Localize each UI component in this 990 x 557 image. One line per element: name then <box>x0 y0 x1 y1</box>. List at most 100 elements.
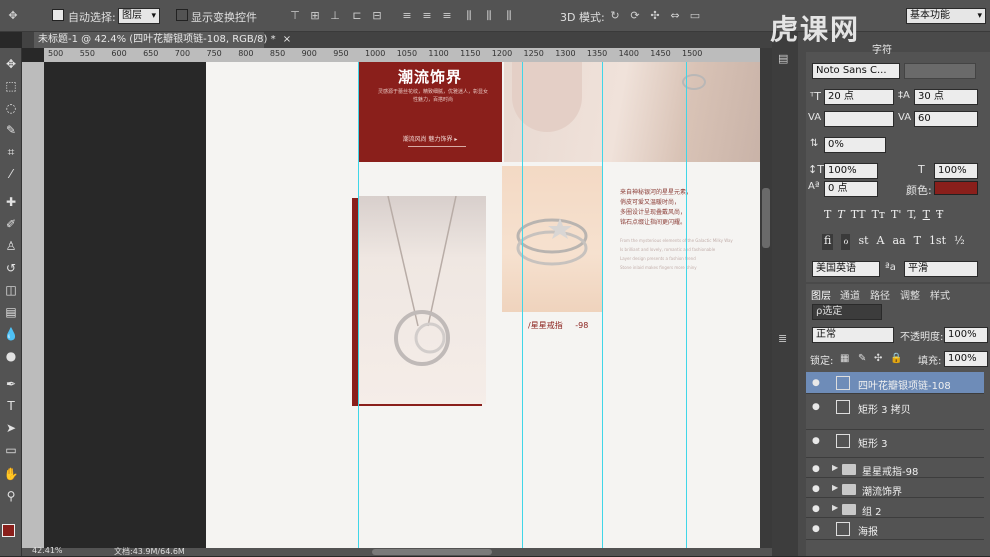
foreground-color-swatch[interactable] <box>2 524 15 537</box>
ligature-button[interactable]: ﬁ <box>822 234 834 250</box>
visibility-eye-icon[interactable]: ● <box>812 436 822 446</box>
document-tab[interactable]: 未标题-1 @ 42.4% (四叶花瓣银项链-108, RGB/8) * × <box>34 32 291 48</box>
properties-icon[interactable]: ≣ <box>778 332 787 345</box>
scroll-thumb[interactable] <box>762 188 770 248</box>
fractions-button[interactable]: ½ <box>954 234 965 250</box>
eyedropper-icon[interactable]: ⁄ <box>3 166 19 182</box>
path-select-icon[interactable]: ➤ <box>3 420 19 436</box>
visibility-eye-icon[interactable]: ● <box>812 504 822 514</box>
align-left-icon[interactable]: ⊏ <box>350 9 364 23</box>
layer-row[interactable]: ● 矩形 3 <box>806 430 984 458</box>
align-top-icon[interactable]: ⊤ <box>288 9 302 23</box>
slide-3d-icon[interactable]: ⇔ <box>668 9 682 23</box>
antialias-dropdown[interactable]: 平滑 <box>904 261 978 277</box>
expand-arrow-icon[interactable]: ▶ <box>832 483 838 492</box>
workspace-dropdown[interactable]: 基本功能 <box>906 8 986 24</box>
all-caps-button[interactable]: TT <box>851 208 866 222</box>
rectangle-icon[interactable]: ▭ <box>3 442 19 458</box>
visibility-eye-icon[interactable]: ● <box>812 402 822 412</box>
visibility-eye-icon[interactable]: ● <box>812 484 822 494</box>
pan-3d-icon[interactable]: ✣ <box>648 9 662 23</box>
superscript-button[interactable]: T' <box>891 208 901 222</box>
visibility-eye-icon[interactable]: ● <box>812 464 822 474</box>
tab-adjustments[interactable]: 调整 <box>900 287 920 302</box>
swash-button[interactable]: A <box>877 234 885 250</box>
dodge-icon[interactable]: ● <box>3 348 19 364</box>
visibility-eye-icon[interactable]: ● <box>812 378 822 388</box>
align-vcenter-icon[interactable]: ⊞ <box>308 9 322 23</box>
crop-icon[interactable]: ⌗ <box>3 144 19 160</box>
layer-row[interactable]: ● ▶ 星星戒指-98 <box>806 458 984 478</box>
eraser-icon[interactable]: ◫ <box>3 282 19 298</box>
lock-pixels-icon[interactable]: ✎ <box>858 353 866 364</box>
scale-3d-icon[interactable]: ▭ <box>688 9 702 23</box>
faux-bold-button[interactable]: T <box>824 208 831 222</box>
rotate-3d-icon[interactable]: ↻ <box>608 9 622 23</box>
hand-icon[interactable]: ✋ <box>3 466 19 482</box>
language-dropdown[interactable]: 美国英语 <box>812 261 880 277</box>
align-hcenter-icon[interactable]: ⊟ <box>370 9 384 23</box>
guide-line[interactable] <box>686 62 687 548</box>
fill-field[interactable]: 100% <box>944 351 988 367</box>
discretionary-ligature-button[interactable]: st <box>858 234 868 250</box>
tab-paths[interactable]: 路径 <box>870 287 890 302</box>
lasso-icon[interactable]: ◌ <box>3 100 19 116</box>
guide-line[interactable] <box>602 62 603 548</box>
lock-transparent-icon[interactable]: ▦ <box>840 353 849 364</box>
strikethrough-button[interactable]: Ŧ <box>936 208 943 222</box>
lock-position-icon[interactable]: ✣ <box>874 353 882 364</box>
kerning-field[interactable] <box>824 111 894 127</box>
font-size-field[interactable]: 20 点 <box>824 89 894 105</box>
expand-arrow-icon[interactable]: ▶ <box>832 503 838 512</box>
distribute-left-icon[interactable]: ⫼ <box>462 9 476 23</box>
small-caps-button[interactable]: Tт <box>872 208 885 222</box>
stamp-icon[interactable]: ♙ <box>3 238 19 254</box>
align-bottom-icon[interactable]: ⊥ <box>328 9 342 23</box>
opacity-field[interactable]: 100% <box>944 327 988 343</box>
type-icon[interactable]: T <box>3 398 19 414</box>
zoom-icon[interactable]: ⚲ <box>3 488 19 504</box>
close-icon[interactable]: × <box>283 34 291 45</box>
distribute-bottom-icon[interactable]: ≡ <box>440 9 454 23</box>
tab-layers[interactable]: 图层 <box>811 287 831 302</box>
layer-row[interactable]: ● ▶ 潮流饰界 <box>806 478 984 498</box>
faux-italic-button[interactable]: T <box>837 208 844 222</box>
titling-button[interactable]: T <box>914 234 921 250</box>
auto-select-dropdown[interactable]: 图层 <box>118 8 160 24</box>
horizontal-scale-field[interactable]: 100% <box>934 163 978 179</box>
underline-button[interactable]: T <box>923 208 930 222</box>
font-family-field[interactable]: Noto Sans C... <box>812 63 900 79</box>
healing-icon[interactable]: ✚ <box>3 194 19 210</box>
blur-icon[interactable]: 💧 <box>3 326 19 342</box>
layer-row[interactable]: ● 矩形 3 拷贝 <box>806 396 984 430</box>
guide-line[interactable] <box>358 62 359 548</box>
guide-line[interactable] <box>522 62 523 548</box>
baseline-field[interactable]: 0 点 <box>824 181 878 197</box>
tracking-field[interactable]: 60 <box>914 111 978 127</box>
distribute-top-icon[interactable]: ≡ <box>400 9 414 23</box>
horizontal-scroll-thumb[interactable] <box>372 549 492 555</box>
scale-field[interactable]: 0% <box>824 137 886 153</box>
ordinals-button[interactable]: 1st <box>929 234 946 250</box>
tab-channels[interactable]: 通道 <box>840 287 860 302</box>
distribute-hcenter-icon[interactable]: ⫼ <box>482 9 496 23</box>
text-color-swatch[interactable] <box>934 181 978 195</box>
layer-row[interactable]: ● 四叶花瓣银项链-108 <box>806 372 984 394</box>
stylistic-alternates-button[interactable]: aa <box>892 234 905 250</box>
distribute-right-icon[interactable]: ⫼ <box>502 9 516 23</box>
leading-field[interactable]: 30 点 <box>914 89 978 105</box>
subscript-button[interactable]: T, <box>907 208 916 222</box>
roll-3d-icon[interactable]: ⟳ <box>628 9 642 23</box>
distribute-vcenter-icon[interactable]: ≡ <box>420 9 434 23</box>
vertical-scale-field[interactable]: 100% <box>824 163 878 179</box>
font-style-field[interactable] <box>904 63 976 79</box>
auto-select-checkbox[interactable] <box>52 9 64 21</box>
layer-row[interactable]: ● 海报 <box>806 518 984 540</box>
history-icon[interactable]: ▤ <box>778 52 788 65</box>
move-icon[interactable]: ✥ <box>3 56 19 72</box>
lock-all-icon[interactable]: 🔒 <box>890 353 902 364</box>
marquee-icon[interactable]: ⬚ <box>3 78 19 94</box>
layer-filter-dropdown[interactable]: ρ选定 <box>812 304 882 320</box>
contextual-alternates-button[interactable]: ℴ <box>841 234 851 250</box>
vertical-scrollbar[interactable] <box>760 48 772 548</box>
